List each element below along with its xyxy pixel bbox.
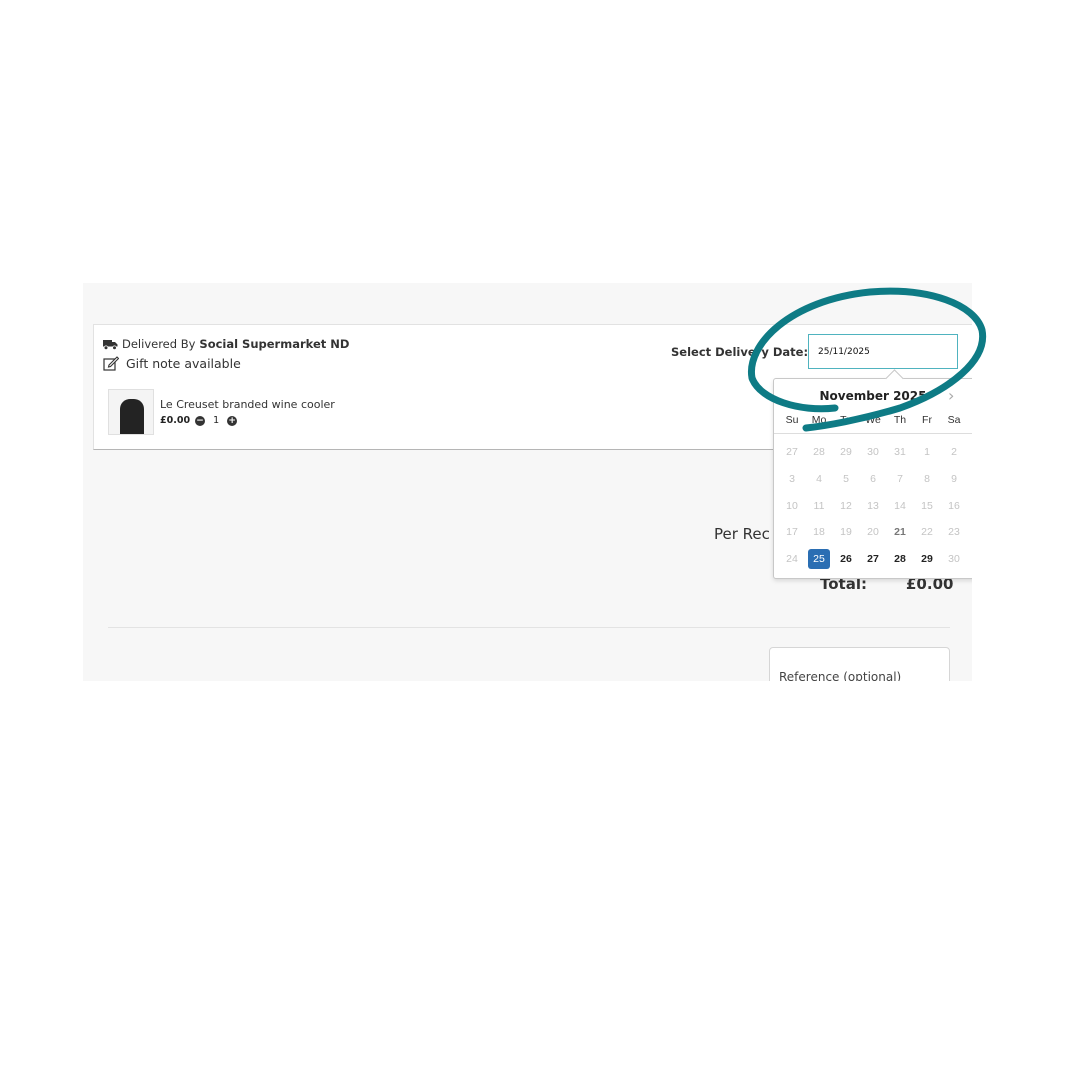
weekday-mo: Mo xyxy=(811,414,827,426)
datepicker-day: 31 xyxy=(894,446,906,458)
datepicker-day: 27 xyxy=(786,446,798,458)
datepicker-day-available[interactable]: 29 xyxy=(915,549,939,569)
delivered-by-line: Delivered By Social Supermarket ND xyxy=(103,337,349,351)
datepicker-day: 2 xyxy=(951,446,957,458)
datepicker-day: 11 xyxy=(813,500,825,512)
product-thumbnail xyxy=(108,389,154,435)
datepicker-day-available[interactable]: 27 xyxy=(861,549,885,569)
weekday-tu: Tu xyxy=(840,414,852,426)
reference-input[interactable] xyxy=(769,647,950,681)
gift-note-label: Gift note available xyxy=(126,356,241,371)
datepicker-day-selected[interactable]: 25 xyxy=(808,549,830,569)
datepicker-day: 30 xyxy=(867,446,879,458)
weekday-th: Th xyxy=(893,414,907,426)
datepicker-day: 10 xyxy=(786,500,798,512)
datepicker-day: 14 xyxy=(894,500,906,512)
product-price-row: £0.00 − 1 + xyxy=(160,415,238,426)
datepicker-day-available[interactable]: 26 xyxy=(834,549,858,569)
weekday-we: We xyxy=(865,414,881,426)
datepicker-day: 4 xyxy=(816,473,822,485)
wine-cooler-image xyxy=(120,399,144,434)
datepicker-day: 18 xyxy=(813,526,825,538)
datepicker-day: 23 xyxy=(948,526,960,538)
per-recipient-label: Per Rec xyxy=(714,525,770,543)
delivery-date-input[interactable] xyxy=(808,334,958,369)
weekday-sa: Sa xyxy=(947,414,961,426)
datepicker-day: 28 xyxy=(813,446,825,458)
checkout-panel: Delivered By Social Supermarket ND Gift … xyxy=(83,283,972,681)
datepicker-day: 8 xyxy=(924,473,930,485)
datepicker-day: 12 xyxy=(840,500,852,512)
section-divider xyxy=(108,627,950,628)
product-price: £0.00 xyxy=(160,415,191,426)
delivery-date-label: Select Delivery Date: xyxy=(671,345,809,359)
plus-circle-icon[interactable]: + xyxy=(227,415,238,426)
datepicker-day: 16 xyxy=(948,500,960,512)
quantity-value: 1 xyxy=(213,415,220,426)
delivery-truck-icon xyxy=(103,339,118,350)
datepicker-day: 30 xyxy=(948,553,960,565)
datepicker-day: 19 xyxy=(840,526,852,538)
datepicker-day: 15 xyxy=(921,500,933,512)
delivered-by-prefix: Delivered By xyxy=(122,337,196,351)
datepicker-day-today: 21 xyxy=(894,526,906,538)
weekday-su: Su xyxy=(785,414,799,426)
edit-note-icon xyxy=(103,356,119,371)
datepicker-day: 3 xyxy=(789,473,795,485)
product-name: Le Creuset branded wine cooler xyxy=(160,398,335,411)
datepicker-day: 1 xyxy=(924,446,930,458)
datepicker-weekday-header: Su Mo Tu We Th Fr Sa xyxy=(774,409,972,434)
datepicker-day: 24 xyxy=(786,553,798,565)
datepicker-day-available[interactable]: 28 xyxy=(888,549,912,569)
vendor-name: Social Supermarket ND xyxy=(199,337,350,351)
datepicker-day: 6 xyxy=(870,473,876,485)
datepicker-day: 17 xyxy=(786,526,798,538)
gift-note-line[interactable]: Gift note available xyxy=(103,356,241,371)
datepicker-month-title: November 2025 xyxy=(819,389,927,403)
weekday-fr: Fr xyxy=(922,414,932,426)
datepicker-day: 5 xyxy=(843,473,849,485)
chevron-right-icon[interactable]: › xyxy=(948,386,954,405)
datepicker-day: 7 xyxy=(897,473,903,485)
minus-circle-icon[interactable]: − xyxy=(195,415,206,426)
datepicker-day: 20 xyxy=(867,526,879,538)
datepicker-day: 22 xyxy=(921,526,933,538)
datepicker-day: 9 xyxy=(951,473,957,485)
datepicker-popup: November 2025 › Su Mo Tu We Th Fr Sa 27 … xyxy=(773,369,972,579)
datepicker-day: 29 xyxy=(840,446,852,458)
datepicker-day: 13 xyxy=(867,500,879,512)
